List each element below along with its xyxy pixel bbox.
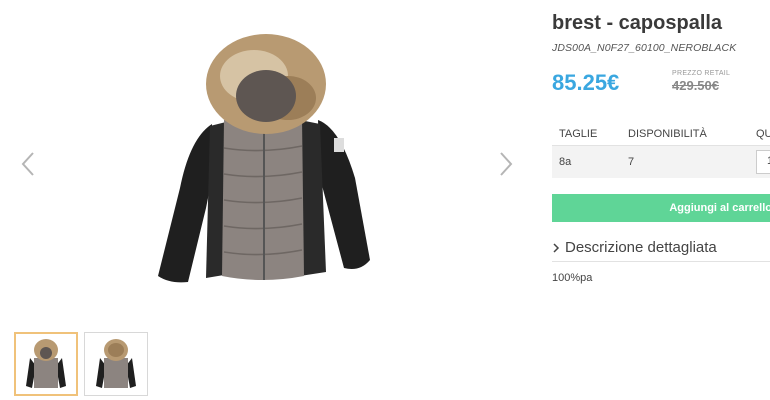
table-row: 8a 7 1 (552, 146, 770, 178)
quantity-input[interactable]: 1 (756, 150, 770, 174)
description-content: 100%pa (552, 272, 593, 284)
gallery-prev-button[interactable] (18, 150, 38, 178)
description-toggle-label: Descrizione dettagliata (565, 239, 717, 256)
description-toggle[interactable]: Descrizione dettagliata (552, 236, 770, 262)
size-table-header: TAGLIE DISPONIBILITÀ QUANTITÀ (552, 120, 770, 146)
chevron-right-icon (500, 152, 513, 176)
header-quantity: QUANTITÀ (756, 128, 770, 140)
add-to-cart-button[interactable]: Aggiungi al carrello (552, 194, 770, 222)
thumbnail-back[interactable] (84, 332, 148, 396)
product-info-panel: brest - capospalla JDS00A_N0F27_60100_NE… (552, 0, 770, 400)
jacket-front-thumbnail (26, 339, 66, 388)
size-table: TAGLIE DISPONIBILITÀ QUANTITÀ 8a 7 1 (552, 120, 770, 178)
thumbnail-front[interactable] (14, 332, 78, 396)
gallery-next-button[interactable] (496, 150, 516, 178)
product-gallery (0, 0, 540, 320)
thumbnail-strip (14, 332, 148, 396)
product-sku: JDS00A_N0F27_60100_NEROBLACK (552, 42, 737, 54)
product-title: brest - capospalla (552, 12, 723, 34)
size-value: 8a (559, 156, 572, 168)
retail-price: 429.50€ (672, 78, 719, 93)
product-main-image[interactable] (150, 28, 375, 290)
header-availability: DISPONIBILITÀ (628, 128, 707, 140)
availability-value: 7 (628, 156, 635, 168)
product-price: 85.25€ (552, 70, 620, 95)
chevron-right-icon (553, 243, 560, 253)
jacket-image (158, 34, 370, 283)
retail-price-label: PREZZO RETAIL (672, 70, 731, 77)
chevron-left-icon (21, 152, 34, 176)
jacket-back-thumbnail (96, 339, 136, 388)
header-size: TAGLIE (559, 128, 598, 140)
